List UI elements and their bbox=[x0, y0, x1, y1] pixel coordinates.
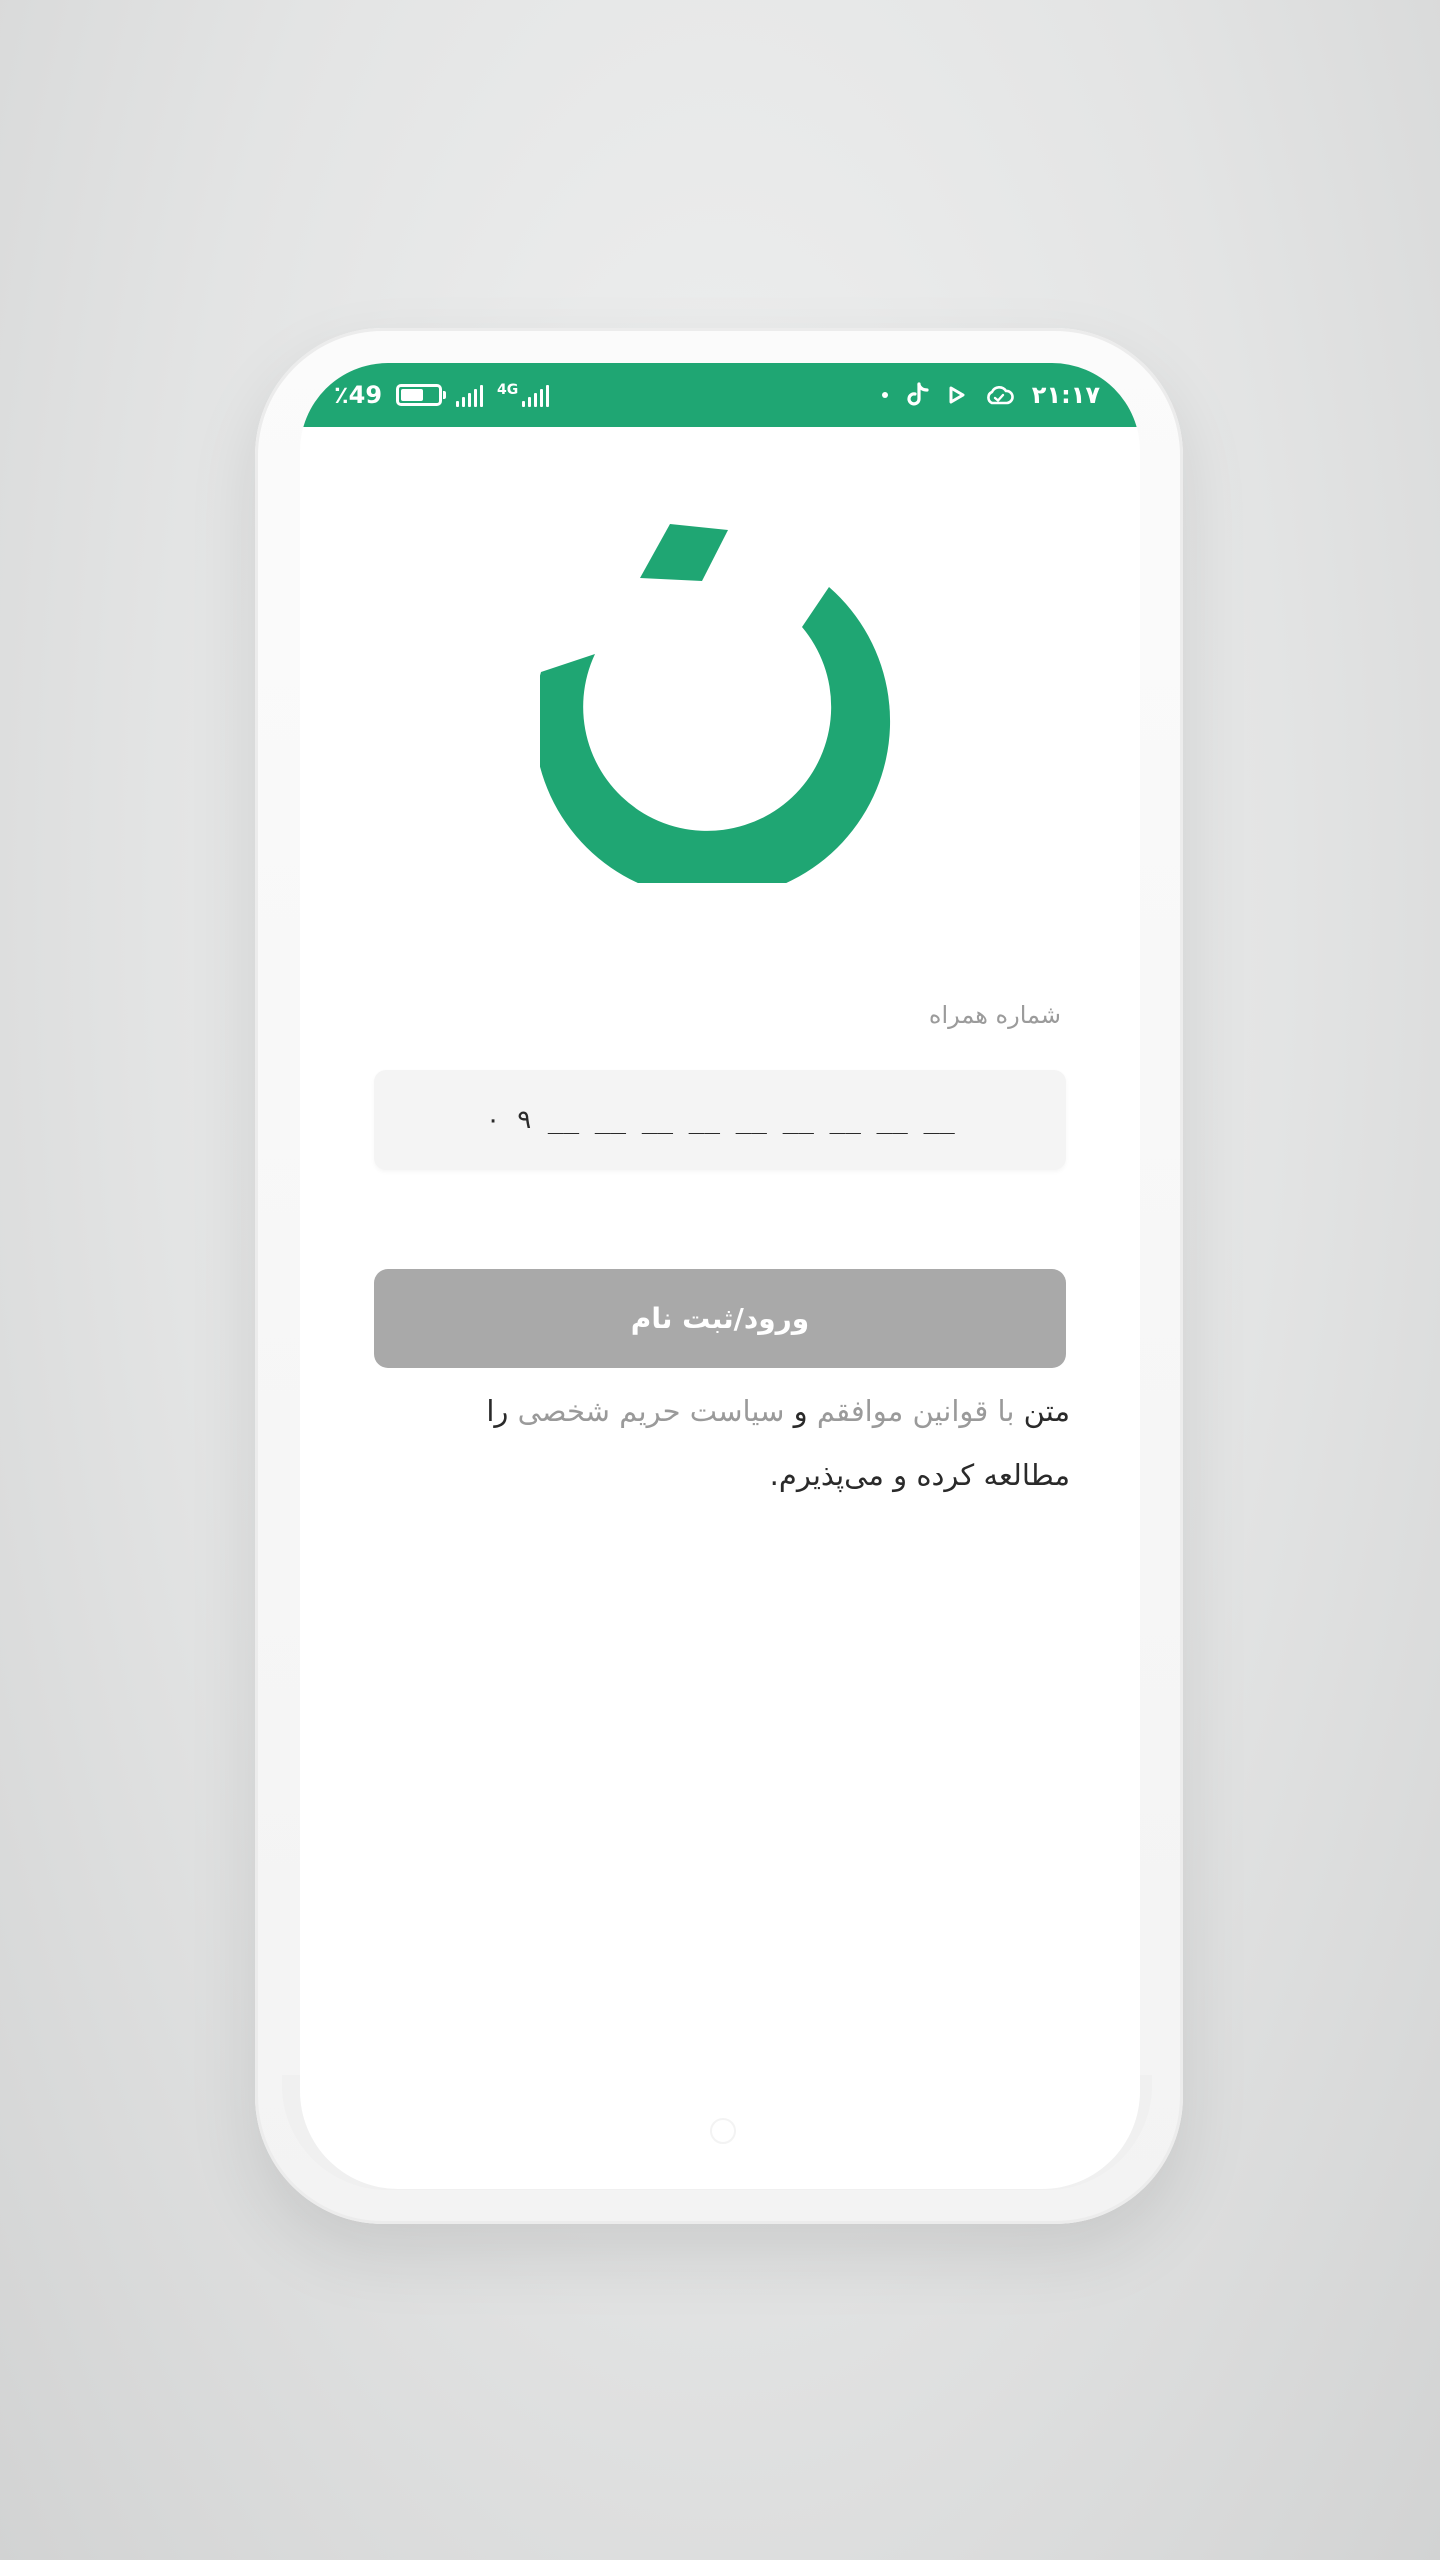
terms-text: متن با قوانین موافقم و سیاست حریم شخصی ر… bbox=[445, 1379, 1070, 1507]
home-indicator bbox=[710, 2118, 736, 2144]
clock: ۲۱:۱۷ bbox=[1031, 381, 1100, 409]
cloud-icon bbox=[986, 386, 1014, 405]
status-bar: ٪49 4G ۲۱:۱۷ bbox=[300, 363, 1140, 427]
login-signup-button[interactable]: ورود/ثبت نام bbox=[374, 1269, 1066, 1368]
play-icon bbox=[949, 386, 965, 404]
phone-input[interactable]: ۰ ۹ __ __ __ __ __ __ __ __ __ bbox=[374, 1070, 1066, 1170]
network-type: 4G bbox=[497, 382, 519, 398]
signal-4g-icon: 4G bbox=[497, 382, 550, 407]
app-logo-icon bbox=[540, 524, 891, 883]
signal-icon bbox=[456, 383, 484, 407]
battery-percent: ٪49 bbox=[334, 381, 383, 409]
terms-text-part: و bbox=[784, 1394, 817, 1428]
dot-icon bbox=[881, 392, 888, 398]
phone-input-placeholder: ۰ ۹ __ __ __ __ __ __ __ __ __ bbox=[485, 1105, 955, 1135]
signal-bars-icon bbox=[522, 383, 550, 407]
status-bar-left: ٪49 4G bbox=[334, 363, 550, 427]
tiktok-icon bbox=[907, 382, 929, 406]
app-screen: ٪49 4G ۲۱:۱۷ شماره همراه ۰ ۹ __ __ __ __… bbox=[300, 363, 1140, 2189]
battery-icon bbox=[396, 384, 447, 406]
terms-text-part: متن bbox=[1014, 1394, 1070, 1428]
status-bar-right: ۲۱:۱۷ bbox=[881, 363, 1100, 427]
privacy-policy-link[interactable]: سیاست حریم شخصی bbox=[518, 1394, 785, 1428]
phone-label: شماره همراه bbox=[928, 1001, 1061, 1029]
terms-link[interactable]: با قوانین موافقم bbox=[817, 1394, 1015, 1428]
